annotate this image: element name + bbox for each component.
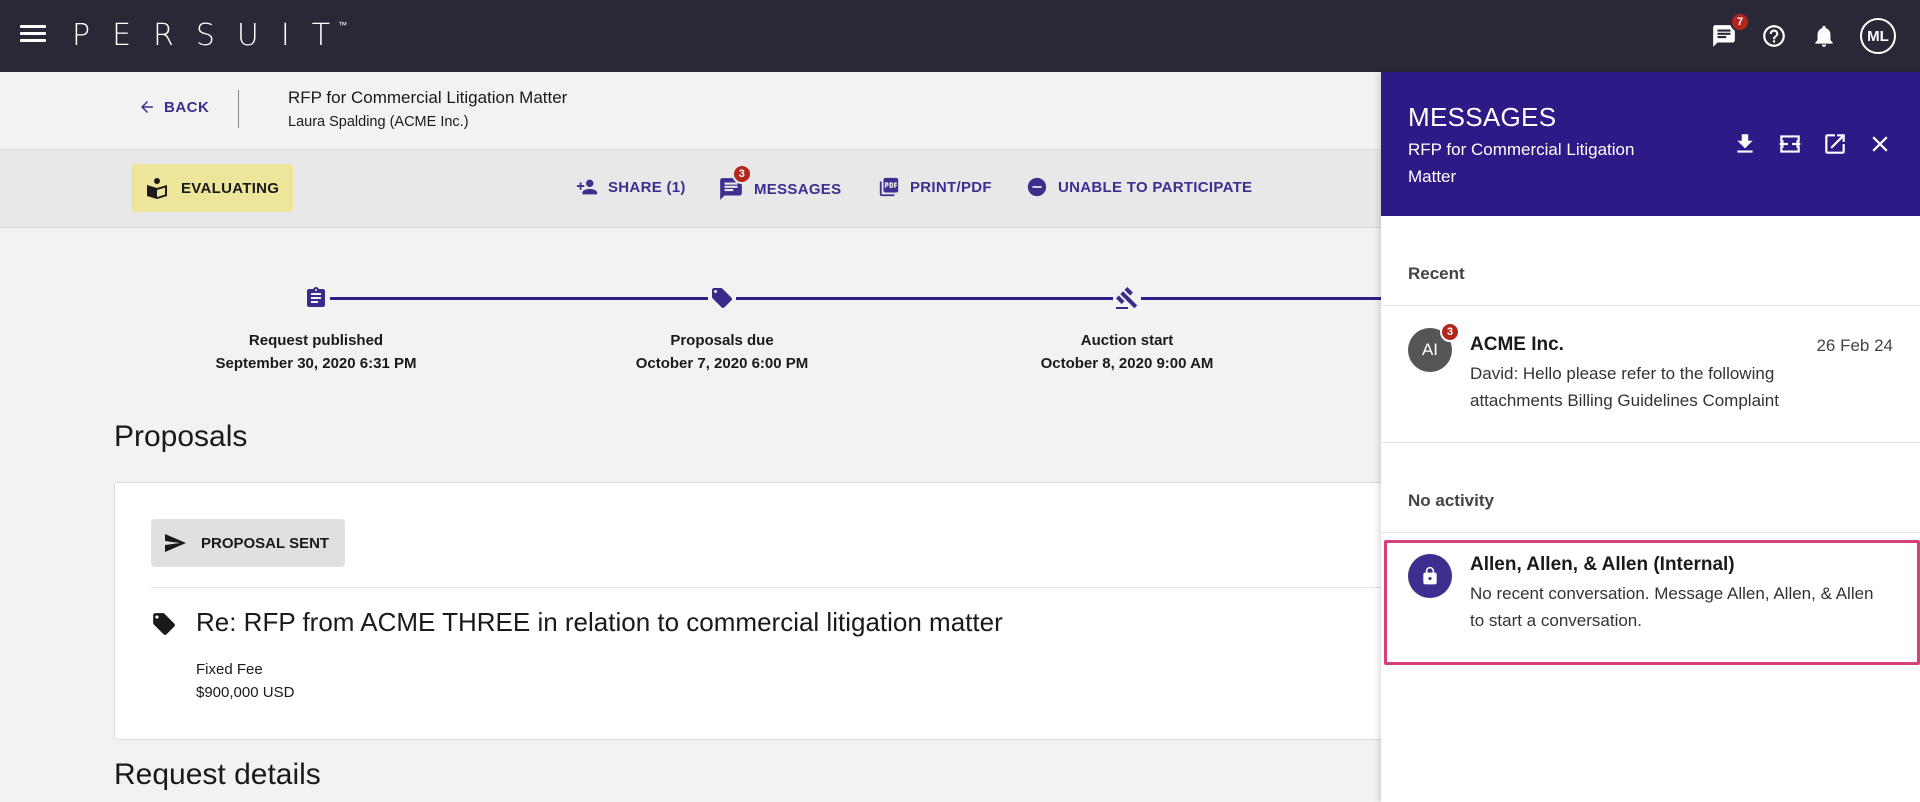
card-divider	[151, 587, 1413, 588]
expand-icon[interactable]	[1774, 128, 1806, 160]
page-subtitle: Laura Spalding (ACME Inc.)	[288, 114, 469, 130]
proposal-status-label: PROPOSAL SENT	[201, 534, 330, 552]
download-icon[interactable]	[1729, 128, 1761, 160]
proposal-title[interactable]: Re: RFP from ACME THREE in relation to c…	[196, 607, 1003, 638]
help-icon[interactable]	[1756, 18, 1792, 54]
divider	[238, 90, 239, 128]
add-person-icon	[576, 179, 598, 195]
tag-icon	[708, 284, 736, 312]
fee-type: Fixed Fee	[196, 661, 263, 678]
no-activity-section-label: No activity	[1408, 491, 1494, 510]
messages-label: MESSAGES	[754, 180, 842, 198]
timeline-label: Request published	[248, 332, 384, 349]
page-header: BACK RFP for Commercial Litigation Matte…	[0, 72, 1381, 150]
print-label: PRINT/PDF	[910, 178, 992, 196]
gavel-icon	[1113, 284, 1141, 312]
selection-highlight	[1384, 540, 1920, 665]
proposal-status-chip[interactable]: PROPOSAL SENT	[151, 519, 345, 567]
send-icon	[165, 534, 186, 552]
arrow-left-icon	[141, 101, 153, 113]
timeline-label: Auction start	[1080, 332, 1174, 349]
conversation-item-acme[interactable]: AI 3 ACME Inc. 26 Feb 24 David: Hello pl…	[1381, 306, 1920, 514]
conversation-preview: David: Hello please refer to the followi…	[1470, 364, 1779, 410]
close-icon[interactable]	[1864, 128, 1896, 160]
top-icons: 7 ML	[1692, 0, 1920, 72]
clipboard-icon	[302, 284, 330, 312]
messages-badge: 3	[732, 164, 752, 184]
divider	[1381, 532, 1920, 533]
bell-icon[interactable]	[1806, 18, 1842, 54]
timeline-line	[330, 297, 1381, 300]
pdf-icon	[879, 177, 899, 197]
unread-badge: 3	[1440, 322, 1460, 342]
unable-label: UNABLE TO PARTICIPATE	[1058, 178, 1253, 196]
back-button[interactable]: BACK	[138, 98, 209, 116]
chat-badge: 7	[1730, 12, 1750, 32]
timeline-label: Proposals due	[670, 332, 774, 349]
unable-to-participate-button[interactable]: UNABLE TO PARTICIPATE	[1026, 176, 1252, 198]
book-reader-icon	[147, 178, 167, 199]
page-title: RFP for Commercial Litigation Matter	[288, 88, 568, 107]
status-label: EVALUATING	[181, 179, 280, 197]
proposal-card: PROPOSAL SENT Re: RFP from ACME THREE in…	[114, 482, 1414, 740]
menu-icon[interactable]	[20, 22, 46, 48]
proposals-heading: Proposals	[114, 420, 248, 453]
messages-button[interactable]: 3 MESSAGES	[718, 164, 842, 202]
user-avatar[interactable]: ML	[1860, 18, 1896, 54]
minus-circle-icon	[1027, 177, 1047, 197]
messages-panel-subtitle: RFP for Commercial Litigation Matter	[1408, 140, 1635, 186]
conversation-date: 26 Feb 24	[1816, 336, 1893, 355]
divider	[1381, 442, 1920, 443]
timeline: Request published September 30, 2020 6:3…	[0, 228, 1381, 388]
share-label: SHARE (1)	[608, 178, 686, 196]
messages-panel: MESSAGES RFP for Commercial Litigation M…	[1381, 72, 1920, 802]
timeline-date: October 8, 2020 9:00 AM	[1040, 355, 1214, 372]
recent-section-label: Recent	[1408, 264, 1465, 283]
timeline-date: September 30, 2020 6:31 PM	[215, 355, 417, 372]
share-button[interactable]: SHARE (1)	[576, 176, 686, 198]
open-external-icon[interactable]	[1819, 128, 1851, 160]
messages-panel-title: MESSAGES	[1408, 102, 1557, 132]
status-badge[interactable]: EVALUATING	[131, 164, 293, 212]
messages-panel-header: MESSAGES RFP for Commercial Litigation M…	[1381, 72, 1920, 216]
tag-icon	[151, 611, 177, 637]
chat-icon[interactable]: 7	[1706, 12, 1750, 54]
messages-panel-actions	[1716, 128, 1896, 160]
app-logo[interactable]: PERSUIT™	[72, 18, 361, 53]
print-pdf-button[interactable]: PRINT/PDF	[878, 176, 992, 198]
top-app-bar: PERSUIT™ 7 ML	[0, 0, 1920, 72]
action-bar: EVALUATING SHARE (1) 3 MESSAGES PRINT/PD…	[0, 150, 1381, 228]
fee-value: $900,000 USD	[196, 684, 295, 701]
request-details-heading: Request details	[114, 758, 321, 791]
conversation-name: ACME Inc.	[1470, 334, 1564, 355]
back-label: BACK	[164, 98, 210, 116]
avatar: AI 3	[1408, 322, 1460, 372]
timeline-date: October 7, 2020 6:00 PM	[635, 355, 809, 372]
